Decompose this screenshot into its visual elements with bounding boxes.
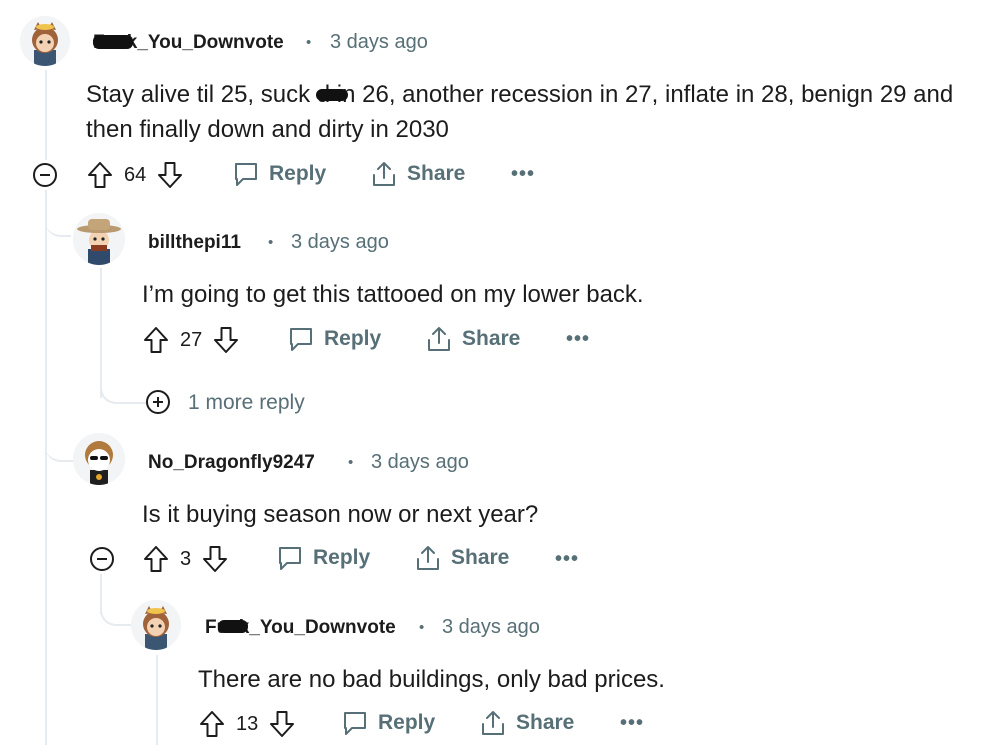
share-icon xyxy=(428,327,450,351)
more-options-button[interactable]: ••• xyxy=(566,328,590,351)
share-label: Share xyxy=(516,711,575,734)
reply-label: Reply xyxy=(378,711,436,734)
upvote-icon[interactable] xyxy=(198,709,226,739)
username[interactable]: No_Dragonfly9247 xyxy=(148,452,315,474)
downvote-icon[interactable] xyxy=(212,325,240,355)
upvote-icon[interactable] xyxy=(86,160,114,190)
share-label: Share xyxy=(462,327,521,350)
collapse-icon[interactable] xyxy=(90,547,114,571)
reply-button[interactable]: Reply xyxy=(232,160,326,188)
comment-icon xyxy=(235,163,257,186)
timestamp[interactable]: 3 days ago xyxy=(291,231,389,254)
collapse-icon[interactable] xyxy=(33,163,57,187)
downvote-icon[interactable] xyxy=(268,709,296,739)
avatar[interactable] xyxy=(131,600,181,650)
separator-dot: • xyxy=(419,619,425,636)
thread-connector xyxy=(100,370,146,404)
avatar[interactable] xyxy=(73,433,125,485)
vote-control: 13 xyxy=(198,709,296,739)
separator-dot: • xyxy=(348,454,354,471)
downvote-icon[interactable] xyxy=(156,160,184,190)
expand-icon[interactable] xyxy=(146,390,170,414)
reply-button[interactable]: Reply xyxy=(287,325,381,353)
more-options-button[interactable]: ••• xyxy=(555,548,579,571)
comment-body: There are no bad buildings, only bad pri… xyxy=(198,666,665,693)
redaction-mark xyxy=(316,89,348,101)
timestamp[interactable]: 3 days ago xyxy=(330,31,428,54)
avatar[interactable] xyxy=(73,213,125,265)
comment-icon xyxy=(344,712,366,735)
reply-label: Reply xyxy=(324,327,382,350)
share-button[interactable]: Share xyxy=(370,160,465,188)
vote-count: 13 xyxy=(236,712,259,735)
avatar[interactable] xyxy=(20,16,70,66)
separator-dot: • xyxy=(268,234,274,251)
share-icon xyxy=(373,162,395,186)
vote-control: 3 xyxy=(142,544,229,574)
reply-button[interactable]: Reply xyxy=(276,544,370,572)
share-label: Share xyxy=(451,546,510,569)
downvote-icon[interactable] xyxy=(201,544,229,574)
separator-dot: • xyxy=(306,34,312,51)
comment-body: Is it buying season now or next year? xyxy=(142,501,539,528)
share-button[interactable]: Share xyxy=(479,709,574,737)
reply-button[interactable]: Reply xyxy=(341,709,435,737)
share-button[interactable]: Share xyxy=(414,544,509,572)
upvote-icon[interactable] xyxy=(142,325,170,355)
reply-label: Reply xyxy=(313,546,371,569)
thread-line[interactable] xyxy=(156,655,158,745)
thread-line[interactable] xyxy=(45,190,47,745)
thread-connector xyxy=(45,420,73,462)
thread-connector xyxy=(45,205,71,237)
share-icon xyxy=(417,546,439,570)
more-options-button[interactable]: ••• xyxy=(620,712,644,735)
redaction-mark xyxy=(218,620,248,633)
share-icon xyxy=(482,711,504,735)
comment-icon xyxy=(290,328,312,351)
vote-count: 64 xyxy=(124,163,147,186)
vote-count: 3 xyxy=(180,547,192,570)
redaction-mark xyxy=(93,35,133,49)
more-options-button[interactable]: ••• xyxy=(511,163,535,186)
share-button[interactable]: Share xyxy=(425,325,520,353)
reply-label: Reply xyxy=(269,162,327,185)
thread-line[interactable] xyxy=(45,70,47,160)
vote-count: 27 xyxy=(180,328,203,351)
comment-body: Stay alive til 25, suck d in 26, another… xyxy=(86,81,954,108)
vote-control: 64 xyxy=(86,160,184,190)
timestamp[interactable]: 3 days ago xyxy=(371,451,469,474)
comment-body: I’m going to get this tattooed on my low… xyxy=(142,281,644,308)
thread-connector xyxy=(100,590,132,626)
timestamp[interactable]: 3 days ago xyxy=(442,616,540,639)
share-label: Share xyxy=(407,162,466,185)
more-replies-link[interactable]: 1 more reply xyxy=(188,391,305,415)
username[interactable]: billthepi11 xyxy=(148,232,241,254)
vote-control: 27 xyxy=(142,325,240,355)
comment-icon xyxy=(279,547,301,570)
upvote-icon[interactable] xyxy=(142,544,170,574)
comment-body: then finally down and dirty in 2030 xyxy=(86,116,449,143)
